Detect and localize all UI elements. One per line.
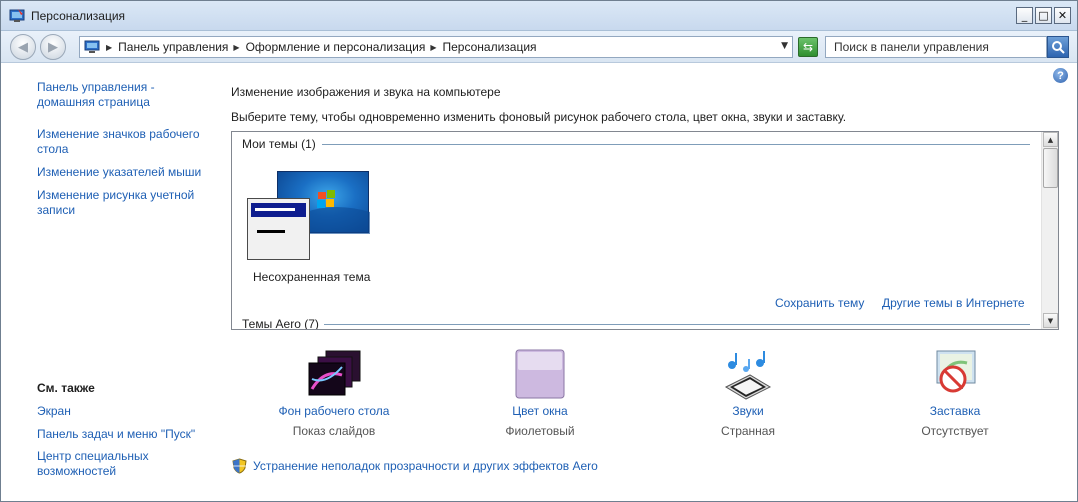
sounds-value: Странная (721, 424, 775, 438)
group-divider (322, 144, 1030, 145)
navigation-bar: ◀ ▶ ▶ Панель управления ▶ Оформление и пе… (1, 31, 1077, 63)
chevron-right-icon[interactable]: ▶ (430, 43, 436, 52)
breadcrumb-control-panel[interactable]: Панель управления ▶ (118, 40, 239, 54)
window-color-title[interactable]: Цвет окна (455, 404, 625, 418)
screensaver-title[interactable]: Заставка (870, 404, 1040, 418)
desktop-background-value: Показ слайдов (292, 424, 376, 438)
scroll-up-icon[interactable]: ▲ (1043, 132, 1058, 147)
forward-arrow-icon: ▶ (48, 39, 58, 54)
change-mouse-pointers-link[interactable]: Изменение указателей мыши (37, 165, 212, 180)
help-icon[interactable]: ? (1053, 68, 1068, 83)
my-themes-header[interactable]: Мои темы (1) (242, 137, 316, 151)
left-pane: Панель управления - домашняя страница Из… (1, 63, 221, 501)
theme-list[interactable]: Мои темы (1) Несохраненная тема Сохранит… (231, 131, 1059, 330)
page-heading: Изменение изображения и звука на компьют… (231, 85, 501, 99)
desktop-background-title[interactable]: Фон рабочего стола (249, 404, 419, 418)
minimize-button[interactable]: _ (1016, 7, 1033, 24)
search-input[interactable]: Поиск в панели управления (825, 36, 1047, 58)
maximize-button[interactable]: □ (1035, 7, 1052, 24)
window-color-tile[interactable]: Цвет окна Фиолетовый (455, 349, 625, 438)
theme-list-scrollbar[interactable]: ▲ ▼ (1041, 132, 1058, 329)
screensaver-value: Отсутствует (921, 424, 989, 438)
unsaved-theme-label[interactable]: Несохраненная тема (253, 270, 370, 284)
shield-icon (232, 458, 247, 474)
group-divider (324, 324, 1030, 325)
save-theme-link[interactable]: Сохранить тему (775, 296, 864, 310)
back-arrow-icon: ◀ (18, 39, 28, 54)
sounds-tile[interactable]: Звуки Странная (663, 349, 833, 438)
search-icon (1052, 41, 1065, 54)
see-also-title: См. также (37, 381, 95, 395)
breadcrumb-personalization[interactable]: Персонализация (442, 40, 536, 54)
ease-of-access-link[interactable]: Центр специальных возможностей (37, 449, 212, 479)
personalization-window: Персонализация _ □ ✕ ◀ ▶ ▶ Панель управл… (0, 0, 1078, 502)
window-title: Персонализация (31, 9, 126, 23)
search-button[interactable] (1047, 36, 1069, 58)
screensaver-tile[interactable]: Заставка Отсутствует (870, 349, 1040, 438)
aero-troubleshoot-link[interactable]: Устранение неполадок прозрачности и друг… (253, 459, 598, 474)
address-dropdown-icon[interactable]: ▼ (781, 41, 788, 51)
desktop-background-tile[interactable]: Фон рабочего стола Показ слайдов (249, 349, 419, 438)
control-panel-icon (9, 9, 25, 22)
screensaver-icon (927, 349, 983, 401)
scroll-down-icon[interactable]: ▼ (1043, 313, 1058, 328)
scroll-thumb[interactable] (1043, 148, 1058, 188)
online-themes-link[interactable]: Другие темы в Интернете (882, 296, 1025, 310)
window-color-icon (512, 349, 568, 401)
taskbar-start-link[interactable]: Панель задач и меню "Пуск" (37, 427, 212, 442)
theme-window-thumbnail (247, 198, 310, 260)
aero-troubleshoot-row[interactable]: Устранение неполадок прозрачности и друг… (232, 458, 598, 474)
change-desktop-icons-link[interactable]: Изменение значков рабочего стола (37, 127, 212, 157)
breadcrumb-appearance[interactable]: Оформление и персонализация ▶ (246, 40, 437, 54)
change-account-picture-link[interactable]: Изменение рисунка учетной записи (37, 188, 212, 218)
chevron-right-icon[interactable]: ▶ (233, 43, 239, 52)
page-description: Выберите тему, чтобы одновременно измени… (231, 110, 847, 124)
control-panel-home-link[interactable]: Панель управления - домашняя страница (37, 80, 212, 110)
address-bar[interactable]: ▶ Панель управления ▶ Оформление и персон… (79, 36, 793, 58)
refresh-button[interactable]: ⇆ (798, 37, 818, 57)
sounds-icon (720, 349, 776, 401)
back-button[interactable]: ◀ (10, 34, 36, 60)
forward-button[interactable]: ▶ (40, 34, 66, 60)
unsaved-theme-tile[interactable] (247, 171, 371, 263)
window-color-value: Фиолетовый (505, 424, 575, 438)
chevron-right-icon[interactable]: ▶ (106, 43, 112, 52)
refresh-icon: ⇆ (802, 40, 814, 54)
close-button[interactable]: ✕ (1054, 7, 1071, 24)
desktop-background-icon (306, 349, 362, 401)
display-link[interactable]: Экран (37, 404, 212, 419)
sounds-title[interactable]: Звуки (663, 404, 833, 418)
aero-themes-header[interactable]: Темы Aero (7) (242, 317, 319, 329)
title-bar[interactable]: Персонализация _ □ ✕ (1, 1, 1077, 31)
control-panel-crumb-icon (84, 40, 100, 53)
